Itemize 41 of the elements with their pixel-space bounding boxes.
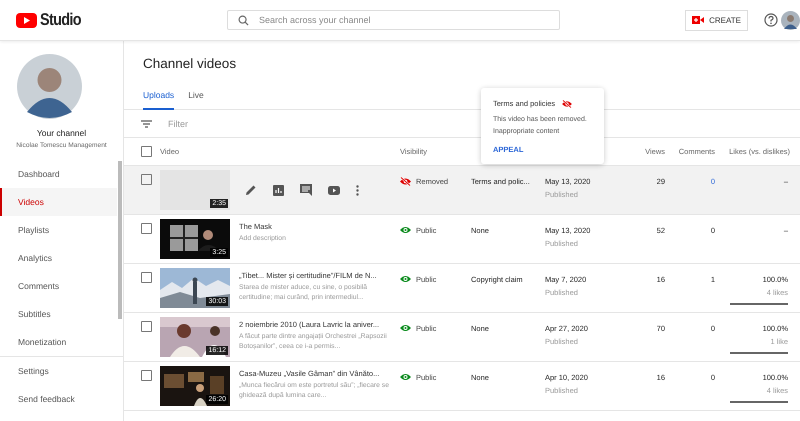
logo-text: Studio bbox=[40, 10, 81, 30]
sidebar-item[interactable]: Subtitles bbox=[0, 300, 117, 328]
checkbox[interactable] bbox=[141, 370, 152, 381]
bar-chart-icon[interactable] bbox=[273, 184, 284, 196]
video-camera-icon bbox=[692, 16, 704, 24]
more-icon[interactable] bbox=[356, 184, 359, 196]
checkbox[interactable] bbox=[141, 146, 152, 157]
eye-icon bbox=[400, 275, 411, 283]
thumbnail-placeholder bbox=[160, 170, 230, 210]
scrollbar[interactable] bbox=[118, 161, 122, 319]
create-button[interactable]: CREATE bbox=[685, 10, 748, 30]
sidebar-item[interactable]: Videos bbox=[0, 188, 117, 216]
play-icon[interactable] bbox=[328, 186, 340, 194]
sidebar-item[interactable]: Settings bbox=[0, 357, 117, 385]
checkbox[interactable] bbox=[141, 223, 152, 234]
help-icon[interactable] bbox=[764, 13, 778, 27]
sidebar-item[interactable]: Send feedback bbox=[0, 385, 117, 413]
eye-slash-icon bbox=[562, 100, 572, 108]
sidebar-item[interactable]: Analytics bbox=[0, 244, 117, 272]
page-title: Channel videos bbox=[143, 56, 238, 72]
search-field[interactable]: Search across your channel bbox=[227, 10, 560, 30]
youtube-logo-icon bbox=[16, 12, 37, 28]
eye-icon bbox=[400, 373, 411, 381]
avatar[interactable] bbox=[781, 10, 800, 30]
sidebar-item[interactable]: Monetization bbox=[0, 328, 117, 356]
channel-label: Your channel bbox=[36, 128, 88, 138]
checkbox[interactable] bbox=[141, 174, 152, 185]
tab[interactable]: Uploads bbox=[143, 86, 174, 110]
sidebar-item[interactable]: Dashboard bbox=[0, 160, 117, 188]
filter-icon[interactable] bbox=[141, 120, 152, 128]
tab[interactable]: Live bbox=[188, 86, 218, 110]
checkbox[interactable] bbox=[141, 321, 152, 332]
eye-icon bbox=[400, 324, 411, 332]
comment-icon[interactable] bbox=[300, 184, 312, 196]
sidebar-item[interactable]: Comments bbox=[0, 272, 117, 300]
avatar[interactable] bbox=[17, 54, 82, 119]
pencil-icon[interactable] bbox=[245, 184, 257, 196]
eye-icon bbox=[400, 226, 411, 234]
eye-slash-icon bbox=[400, 177, 411, 186]
checkbox[interactable] bbox=[141, 272, 152, 283]
sidebar-item[interactable]: Playlists bbox=[0, 216, 117, 244]
